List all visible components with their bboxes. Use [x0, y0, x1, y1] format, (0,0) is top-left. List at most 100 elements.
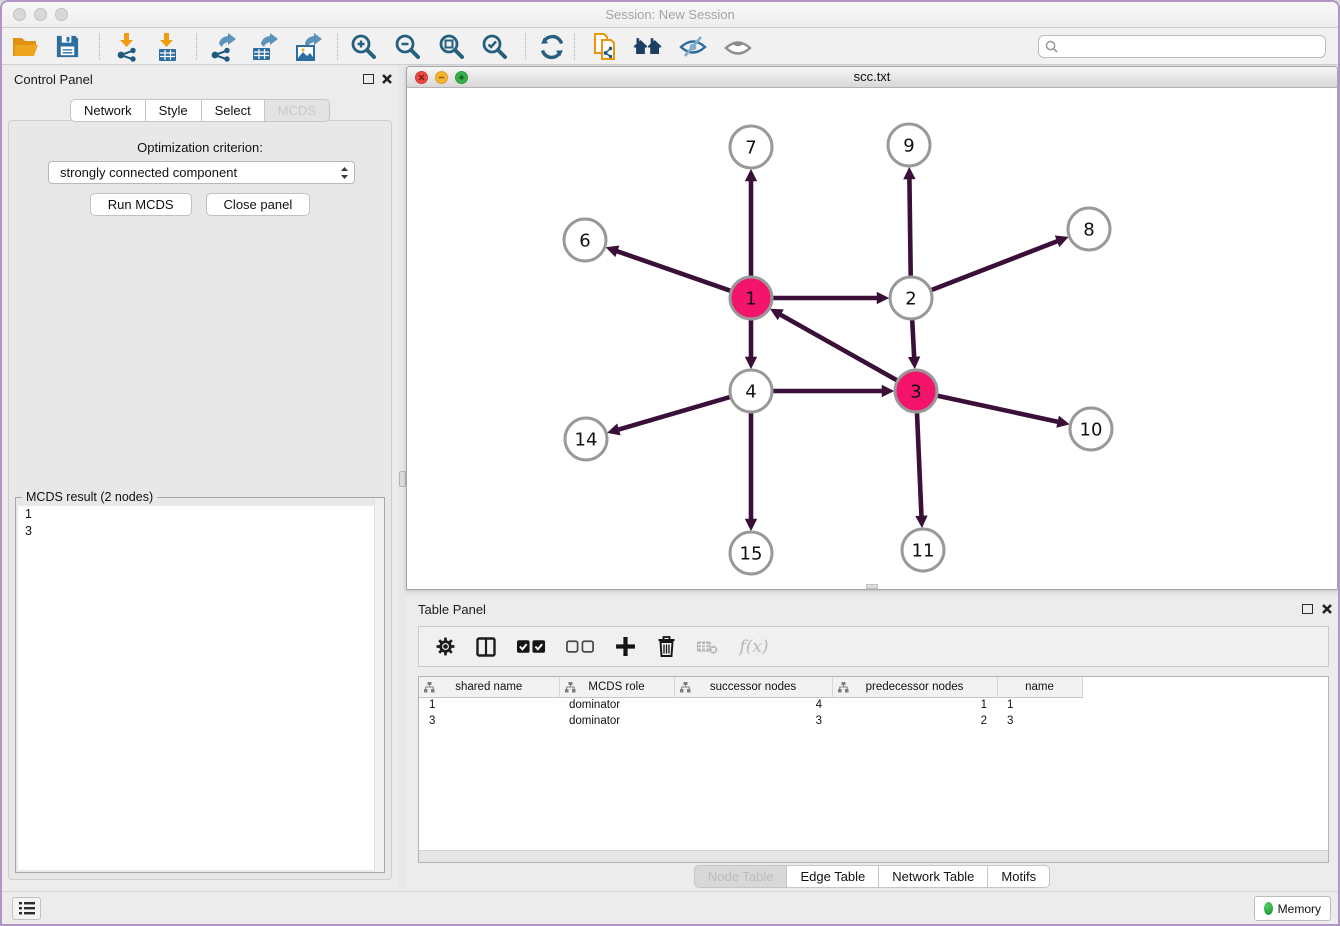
tab-motifs[interactable]: Motifs [988, 865, 1050, 888]
close-view-icon[interactable] [415, 71, 428, 84]
optimization-selected-value: strongly connected component [60, 165, 339, 180]
mcds-result-text[interactable]: 13 [18, 506, 382, 870]
network-canvas[interactable]: 1 2 3 4 6 7 8 9 10 11 14 15 [407, 89, 1337, 589]
node-10[interactable]: 10 [1070, 408, 1112, 450]
node-14[interactable]: 14 [565, 418, 607, 460]
column-label: MCDS role [588, 681, 644, 693]
edge-2-3[interactable] [912, 320, 914, 358]
node-11[interactable]: 11 [902, 529, 944, 571]
table-cell: dominator [559, 697, 674, 713]
table-horizontal-scrollbar[interactable] [419, 850, 1328, 862]
tab-node-table[interactable]: Node Table [694, 865, 788, 888]
close-panel-icon[interactable] [381, 73, 393, 85]
node-9[interactable]: 9 [888, 124, 930, 166]
node-8[interactable]: 8 [1068, 208, 1110, 250]
split-columns-icon[interactable] [475, 636, 497, 658]
edge-3-10[interactable] [938, 396, 1059, 422]
delete-table-icon [696, 636, 718, 658]
node-3[interactable]: 3 [895, 370, 937, 412]
edge-2-9[interactable] [909, 178, 910, 276]
minimize-window-icon[interactable] [34, 8, 47, 21]
tab-network[interactable]: Network [70, 99, 146, 122]
optimization-label: Optimization criterion: [9, 140, 391, 155]
result-scrollbar[interactable] [374, 498, 384, 872]
edge-3-1[interactable] [780, 314, 897, 380]
first-neighbors-icon[interactable] [633, 32, 663, 61]
column-header-MCDS-role[interactable]: MCDS role [559, 677, 674, 697]
table-panel: Table Panel [406, 596, 1338, 892]
node-7[interactable]: 7 [730, 126, 772, 168]
node-6[interactable]: 6 [564, 219, 606, 261]
node-4[interactable]: 4 [730, 370, 772, 412]
node-label: 2 [905, 289, 916, 310]
open-session-icon[interactable] [10, 32, 40, 61]
float-panel-icon[interactable] [363, 74, 374, 84]
tab-network-table[interactable]: Network Table [879, 865, 988, 888]
edge-2-8[interactable] [932, 241, 1059, 290]
float-table-panel-icon[interactable] [1302, 604, 1313, 614]
export-network-icon[interactable] [207, 32, 237, 61]
network-canvas-svg: 1 2 3 4 6 7 8 9 10 11 14 15 [407, 89, 1337, 590]
task-list-icon [19, 902, 35, 915]
select-all-columns-icon[interactable] [516, 636, 546, 658]
table-tabs: Node TableEdge TableNetwork TableMotifs [406, 865, 1338, 888]
network-window-titlebar[interactable]: scc.txt [407, 67, 1337, 88]
node-label: 10 [1080, 420, 1103, 441]
edge-4-14[interactable] [618, 397, 730, 430]
import-table-icon[interactable] [152, 32, 182, 61]
zoom-view-icon[interactable] [455, 71, 468, 84]
column-label: name [1025, 681, 1054, 693]
table-row[interactable]: 1dominator411 [419, 697, 1082, 713]
show-all-icon[interactable] [723, 32, 753, 61]
zoom-window-icon[interactable] [55, 8, 68, 21]
node-label: 6 [579, 231, 590, 252]
main-toolbar [2, 28, 1338, 65]
app-window: Session: New Session [0, 0, 1340, 926]
zoom-out-icon[interactable] [393, 32, 423, 61]
tab-select[interactable]: Select [202, 99, 265, 122]
zoom-in-icon[interactable] [349, 32, 379, 61]
node-2[interactable]: 2 [890, 277, 932, 319]
control-panel-tabs: NetworkStyleSelectMCDS [2, 99, 398, 122]
canvas-resize-handle[interactable] [866, 584, 878, 589]
export-table-icon[interactable] [249, 32, 279, 61]
close-table-panel-icon[interactable] [1321, 603, 1333, 615]
edge-3-11[interactable] [917, 413, 922, 517]
control-panel-header: Control Panel [2, 66, 398, 92]
table-row[interactable]: 3dominator323 [419, 713, 1082, 729]
zoom-selected-icon[interactable] [480, 32, 510, 61]
window-controls [13, 8, 68, 21]
zoom-fit-icon[interactable] [437, 32, 467, 61]
unselect-all-columns-icon[interactable] [565, 636, 595, 658]
delete-column-icon[interactable] [655, 636, 677, 658]
tab-mcds[interactable]: MCDS [265, 99, 330, 122]
clone-network-icon[interactable] [591, 32, 621, 61]
column-header-name[interactable]: name [997, 677, 1082, 697]
close-window-icon[interactable] [13, 8, 26, 21]
splitter-handle[interactable] [399, 471, 406, 487]
export-image-icon[interactable] [293, 32, 323, 61]
hide-selected-icon[interactable] [678, 32, 708, 61]
add-column-icon[interactable] [614, 636, 636, 658]
column-header-shared-name[interactable]: shared name [419, 677, 559, 697]
column-header-predecessor-nodes[interactable]: predecessor nodes [832, 677, 997, 697]
node-1[interactable]: 1 [730, 277, 772, 319]
table-settings-icon[interactable] [434, 636, 456, 658]
close-panel-button[interactable]: Close panel [206, 193, 311, 216]
search-box [1038, 35, 1326, 58]
minimize-view-icon[interactable] [435, 71, 448, 84]
tab-style[interactable]: Style [146, 99, 202, 122]
network-view-title: scc.txt [407, 67, 1337, 87]
column-header-successor-nodes[interactable]: successor nodes [674, 677, 832, 697]
search-input[interactable] [1062, 38, 1325, 56]
import-network-icon[interactable] [112, 32, 142, 61]
tab-edge-table[interactable]: Edge Table [787, 865, 879, 888]
task-history-button[interactable] [12, 897, 41, 920]
memory-button[interactable]: Memory [1254, 896, 1331, 921]
refresh-layout-icon[interactable] [537, 32, 567, 61]
save-session-icon[interactable] [52, 32, 82, 61]
node-15[interactable]: 15 [730, 532, 772, 574]
run-mcds-button[interactable]: Run MCDS [90, 193, 192, 216]
edge-1-6[interactable] [616, 251, 730, 291]
optimization-select[interactable]: strongly connected component [48, 161, 355, 184]
